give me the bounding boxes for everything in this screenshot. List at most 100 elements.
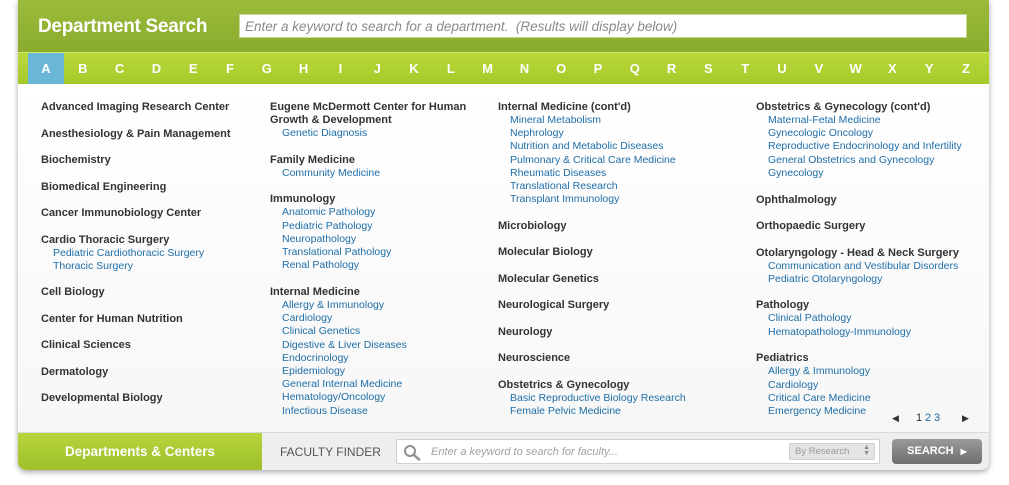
department-link[interactable]: Biochemistry — [41, 154, 256, 167]
department-link[interactable]: Neurology — [498, 326, 738, 339]
department-link[interactable]: Otolaryngology - Head & Neck Surgery — [756, 247, 981, 260]
letter-p[interactable]: P — [580, 53, 616, 85]
sub-department-link[interactable]: Pulmonary & Critical Care Medicine — [498, 154, 738, 167]
sub-department-link[interactable]: Basic Reproductive Biology Research — [498, 392, 738, 405]
department-link[interactable]: Cancer Immunobiology Center — [41, 207, 256, 220]
sub-department-link[interactable]: General Obstetrics and Gynecology — [756, 154, 981, 167]
sub-department-link[interactable]: Anatomic Pathology — [270, 206, 480, 219]
department-link[interactable]: Obstetrics & Gynecology (cont'd) — [756, 101, 981, 114]
letter-g[interactable]: G — [249, 53, 285, 85]
department-search-input[interactable] — [239, 14, 967, 38]
sub-department-link[interactable]: Genetic Diagnosis — [270, 127, 480, 140]
department-link[interactable]: Obstetrics & Gynecology — [498, 379, 738, 392]
letter-f[interactable]: F — [212, 53, 248, 85]
sub-department-link[interactable]: Emergency Medicine — [756, 405, 981, 418]
department-link[interactable]: Center for Human Nutrition — [41, 313, 256, 326]
prev-page-icon[interactable]: ◀ — [892, 413, 899, 424]
letter-m[interactable]: M — [470, 53, 506, 85]
letter-x[interactable]: X — [874, 53, 910, 85]
letter-n[interactable]: N — [506, 53, 542, 85]
search-by-select[interactable]: By Research ▲ ▼ — [789, 443, 875, 460]
sub-department-link[interactable]: Endocrinology — [270, 352, 480, 365]
letter-d[interactable]: D — [138, 53, 174, 85]
sub-department-link[interactable]: Clinical Genetics — [270, 325, 480, 338]
department-link[interactable]: Pathology — [756, 299, 981, 312]
sub-department-link[interactable]: Neuropathology — [270, 233, 480, 246]
letter-i[interactable]: I — [322, 53, 358, 85]
department-link[interactable]: Internal Medicine — [270, 286, 480, 299]
letter-c[interactable]: C — [102, 53, 138, 85]
sub-department-link[interactable]: Gynecology — [756, 167, 981, 180]
sub-department-link[interactable]: Nutrition and Metabolic Diseases — [498, 140, 738, 153]
sub-department-link[interactable]: Female Pelvic Medicine — [498, 405, 738, 418]
sub-department-link[interactable]: Mineral Metabolism — [498, 114, 738, 127]
letter-o[interactable]: O — [543, 53, 579, 85]
department-link[interactable]: Eugene McDermott Center for Human Growth… — [270, 101, 480, 127]
faculty-search-field[interactable]: Enter a keyword to search for faculty...… — [396, 439, 880, 464]
department-link[interactable]: Orthopaedic Surgery — [756, 220, 981, 233]
department-link[interactable]: Clinical Sciences — [41, 339, 256, 352]
letter-s[interactable]: S — [690, 53, 726, 85]
next-page-icon[interactable]: ▶ — [962, 413, 969, 424]
sub-department-link[interactable]: Cardiology — [270, 312, 480, 325]
letter-h[interactable]: H — [286, 53, 322, 85]
sub-department-link[interactable]: Thoracic Surgery — [41, 260, 256, 273]
letter-e[interactable]: E — [175, 53, 211, 85]
sub-department-link[interactable]: Allergy & Immunology — [270, 299, 480, 312]
sub-department-link[interactable]: Renal Pathology — [270, 259, 480, 272]
sub-department-link[interactable]: Nephrology — [498, 127, 738, 140]
sub-department-link[interactable]: Reproductive Endocrinology and Infertili… — [756, 140, 981, 153]
sub-department-link[interactable]: Hematopathology-Immunology — [756, 326, 981, 339]
letter-u[interactable]: U — [764, 53, 800, 85]
letter-l[interactable]: L — [433, 53, 469, 85]
sub-department-link[interactable]: Epidemiology — [270, 365, 480, 378]
sub-department-link[interactable]: General Internal Medicine — [270, 378, 480, 391]
sub-department-link[interactable]: Digestive & Liver Diseases — [270, 339, 480, 352]
department-link[interactable]: Immunology — [270, 193, 480, 206]
sub-department-link[interactable]: Communication and Vestibular Disorders — [756, 260, 981, 273]
department-link[interactable]: Cardio Thoracic Surgery — [41, 234, 256, 247]
search-button[interactable]: SEARCH ▶ — [892, 439, 982, 464]
page-1[interactable]: 1 — [916, 412, 922, 424]
sub-department-link[interactable]: Allergy & Immunology — [756, 365, 981, 378]
department-link[interactable]: Neuroscience — [498, 352, 738, 365]
department-link[interactable]: Ophthalmology — [756, 194, 981, 207]
sub-department-link[interactable]: Critical Care Medicine — [756, 392, 981, 405]
letter-z[interactable]: Z — [948, 53, 984, 85]
sub-department-link[interactable]: Community Medicine — [270, 167, 480, 180]
department-link[interactable]: Biomedical Engineering — [41, 181, 256, 194]
department-link[interactable]: Family Medicine — [270, 154, 480, 167]
letter-b[interactable]: B — [65, 53, 101, 85]
letter-a[interactable]: A — [28, 53, 64, 85]
sub-department-link[interactable]: Rheumatic Diseases — [498, 167, 738, 180]
sub-department-link[interactable]: Cardiology — [756, 379, 981, 392]
department-link[interactable]: Neurological Surgery — [498, 299, 738, 312]
sub-department-link[interactable]: Pediatric Otolaryngology — [756, 273, 981, 286]
letter-r[interactable]: R — [654, 53, 690, 85]
sub-department-link[interactable]: Translational Research — [498, 180, 738, 193]
sub-department-link[interactable]: Translational Pathology — [270, 246, 480, 259]
sub-department-link[interactable]: Pediatric Pathology — [270, 220, 480, 233]
page-3[interactable]: 3 — [934, 412, 940, 424]
letter-w[interactable]: W — [838, 53, 874, 85]
department-link[interactable]: Pediatrics — [756, 352, 981, 365]
letter-v[interactable]: V — [801, 53, 837, 85]
sub-department-link[interactable]: Gynecologic Oncology — [756, 127, 981, 140]
department-link[interactable]: Internal Medicine (cont'd) — [498, 101, 738, 114]
departments-centers-tab[interactable]: Departments & Centers — [18, 433, 262, 470]
department-link[interactable]: Molecular Biology — [498, 246, 738, 259]
page-2[interactable]: 2 — [925, 412, 931, 424]
sub-department-link[interactable]: Infectious Disease — [270, 405, 480, 418]
sub-department-link[interactable]: Pediatric Cardiothoracic Surgery — [41, 247, 256, 260]
sub-department-link[interactable]: Clinical Pathology — [756, 312, 981, 325]
sub-department-link[interactable]: Transplant Immunology — [498, 193, 738, 206]
department-link[interactable]: Dermatology — [41, 366, 256, 379]
department-link[interactable]: Microbiology — [498, 220, 738, 233]
department-link[interactable]: Molecular Genetics — [498, 273, 738, 286]
letter-k[interactable]: K — [396, 53, 432, 85]
department-link[interactable]: Anesthesiology & Pain Management — [41, 128, 256, 141]
letter-q[interactable]: Q — [617, 53, 653, 85]
department-link[interactable]: Advanced Imaging Research Center — [41, 101, 256, 114]
sub-department-link[interactable]: Hematology/Oncology — [270, 391, 480, 404]
letter-j[interactable]: J — [359, 53, 395, 85]
